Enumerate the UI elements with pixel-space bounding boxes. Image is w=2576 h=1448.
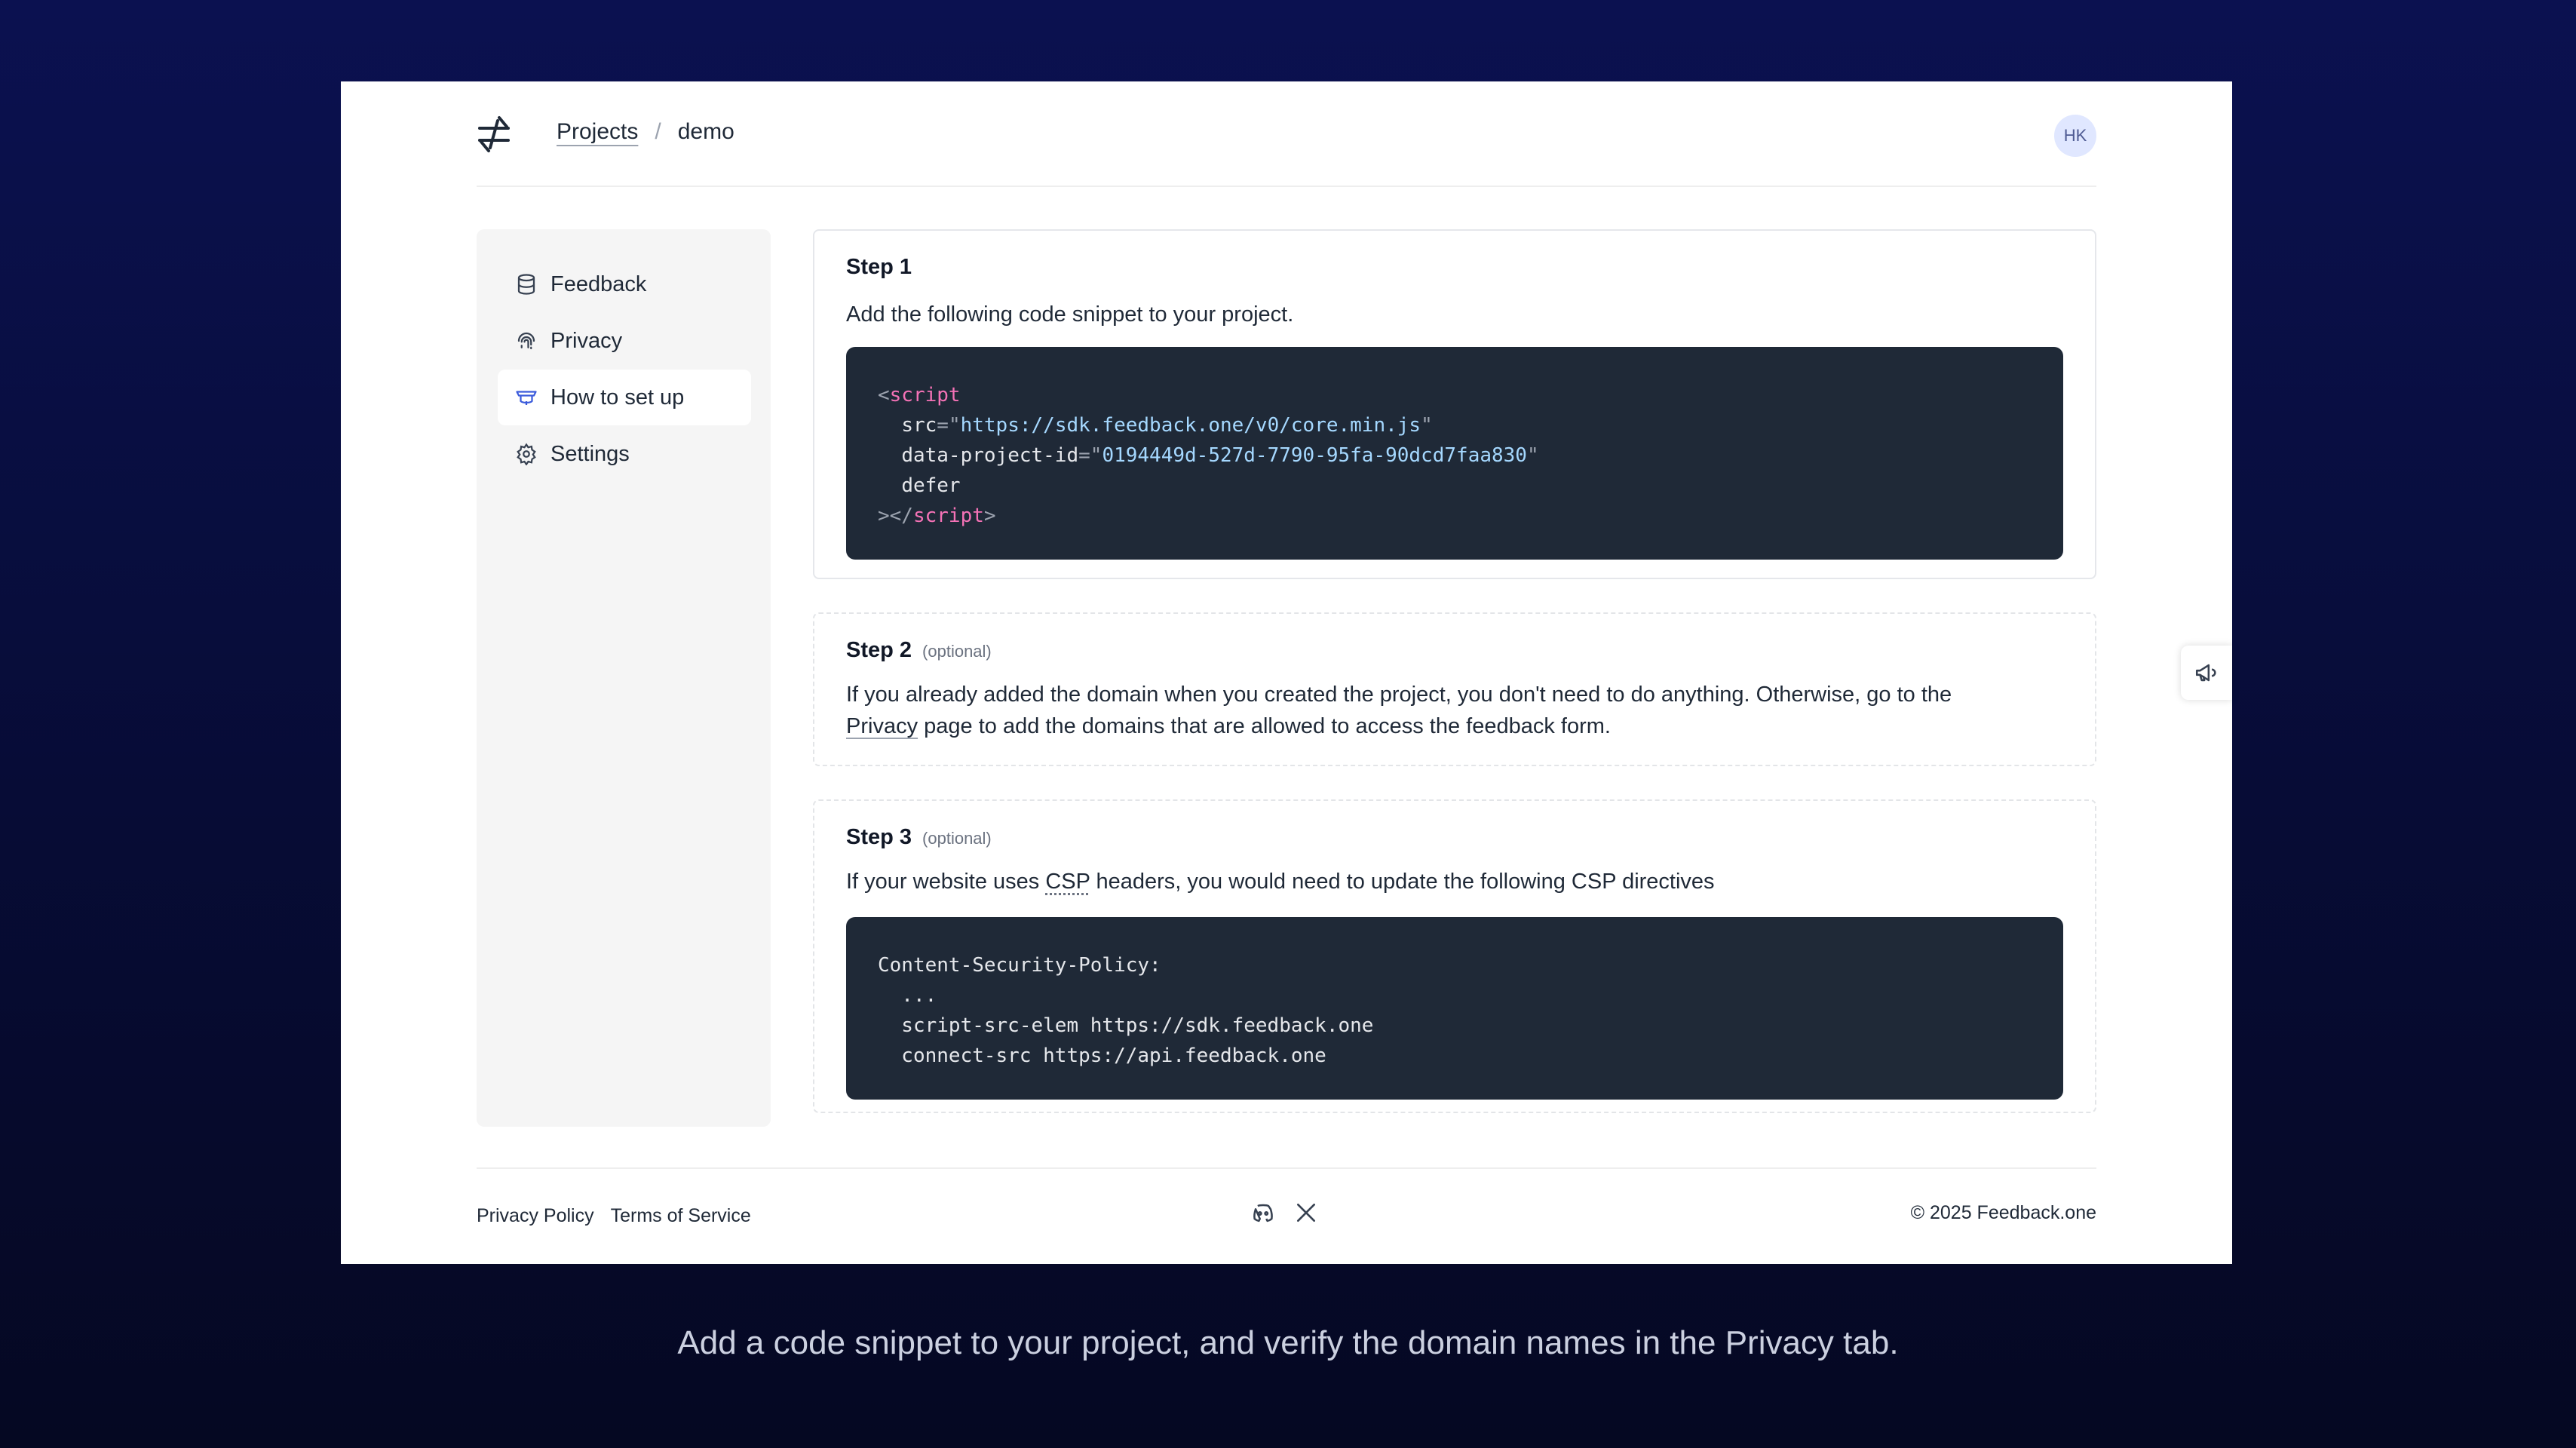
step-3-title: Step 3 (optional): [846, 825, 992, 849]
step-1-text: Add the following code snippet to your p…: [846, 302, 1294, 327]
step-2-text: If you already added the domain when you…: [846, 683, 1952, 738]
terms-link[interactable]: Terms of Service: [611, 1205, 751, 1227]
sidebar: Feedback Privacy How to set up Settings: [477, 229, 771, 1127]
graduation-cap-icon: [514, 385, 538, 410]
privacy-link[interactable]: Privacy: [846, 714, 918, 738]
sidebar-item-privacy[interactable]: Privacy: [498, 313, 751, 369]
app-content: Projects / demo HK Feedback Privacy How …: [477, 81, 2096, 1264]
code-snippet[interactable]: <script src="https://sdk.feedback.one/v0…: [846, 347, 2063, 560]
app-window: Projects / demo HK Feedback Privacy How …: [341, 81, 2232, 1264]
step-2-card: Step 2 (optional) If you already added th…: [813, 612, 2096, 766]
copyright: © 2025 Feedback.one: [1910, 1202, 2096, 1223]
database-icon: [514, 272, 538, 296]
step-3-card: Step 3 (optional) If your website uses CS…: [813, 799, 2096, 1113]
breadcrumb: Projects / demo: [557, 119, 734, 145]
sidebar-item-label: Feedback: [550, 272, 647, 296]
step-1-title: Step 1: [846, 255, 912, 279]
sidebar-item-how-to-set-up[interactable]: How to set up: [498, 370, 751, 425]
feedback-widget-button[interactable]: [2181, 646, 2232, 700]
sidebar-item-label: How to set up: [550, 385, 685, 410]
header: Projects / demo HK: [477, 81, 2096, 187]
caption-text: Add a code snippet to your project, and …: [677, 1324, 1899, 1361]
fingerprint-icon: [514, 329, 538, 353]
breadcrumb-separator: /: [655, 119, 661, 144]
step-2-title: Step 2 (optional): [846, 638, 992, 662]
step-3-text: If your website uses CSP headers, you wo…: [846, 870, 1715, 894]
optional-badge: (optional): [922, 642, 992, 661]
csp-code-block[interactable]: Content-Security-Policy: ... script-src-…: [846, 917, 2063, 1100]
avatar[interactable]: HK: [2054, 115, 2096, 157]
megaphone-icon: [2195, 664, 2216, 682]
breadcrumb-current: demo: [677, 119, 734, 144]
sidebar-item-settings[interactable]: Settings: [498, 426, 751, 482]
discord-icon[interactable]: [1250, 1201, 1276, 1226]
privacy-policy-link[interactable]: Privacy Policy: [477, 1205, 594, 1227]
sidebar-item-label: Settings: [550, 441, 630, 466]
gear-icon: [514, 442, 538, 466]
logo-icon[interactable]: [477, 113, 511, 155]
csp-abbr: CSP: [1045, 870, 1090, 894]
footer: Privacy Policy Terms of Service © 2025 F…: [477, 1167, 2096, 1264]
footer-links: Privacy Policy Terms of Service: [477, 1205, 751, 1227]
x-twitter-icon[interactable]: [1294, 1201, 1318, 1225]
sidebar-item-label: Privacy: [550, 328, 623, 353]
social-links: [1250, 1201, 1318, 1226]
step-1-card: Step 1 Add the following code snippet to…: [813, 229, 2096, 579]
breadcrumb-projects-link[interactable]: Projects: [557, 119, 638, 145]
sidebar-item-feedback[interactable]: Feedback: [498, 256, 751, 312]
optional-badge: (optional): [922, 829, 992, 848]
